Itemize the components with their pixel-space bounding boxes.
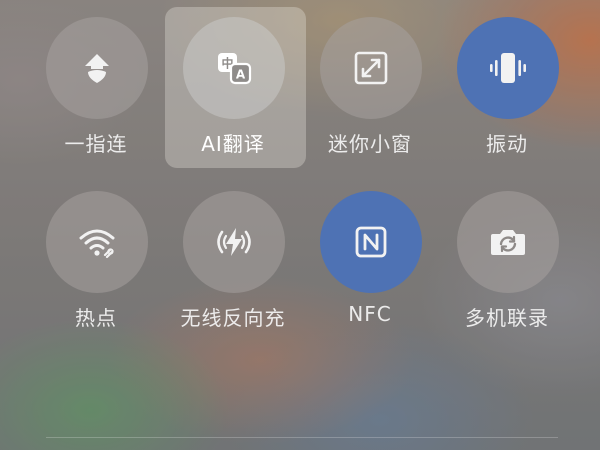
tile-yizhilian-label: 一指连 (64, 132, 128, 156)
tile-ai-translate[interactable]: 中 A AI翻译 (163, 0, 306, 168)
tile-hotspot-button[interactable] (46, 191, 148, 293)
tile-reverse-charge-button[interactable] (183, 191, 285, 293)
svg-text:A: A (236, 68, 246, 82)
translate-icon: 中 A (218, 53, 252, 85)
tile-nfc-label: NFC (348, 302, 392, 326)
tile-hotspot[interactable]: 热点 (26, 174, 166, 338)
tile-multi-camera-label: 多机联录 (465, 306, 549, 330)
tile-vibrate-label: 振动 (486, 132, 528, 156)
hotspot-icon (79, 229, 115, 259)
tile-reverse-charge-label: 无线反向充 (180, 306, 286, 330)
nfc-icon (355, 226, 387, 258)
vibrate-icon (490, 53, 526, 83)
tile-multi-camera-button[interactable] (457, 191, 559, 293)
tile-yizhilian[interactable]: 一指连 (26, 0, 166, 164)
tile-mini-window-button[interactable] (320, 17, 422, 119)
tile-yizhilian-button[interactable] (46, 17, 148, 119)
tile-ai-translate-label: AI翻译 (201, 132, 265, 156)
tile-mini-window[interactable]: 迷你小窗 (300, 0, 440, 164)
cloud-upload-icon (85, 54, 109, 83)
mini-window-icon (354, 51, 388, 85)
tile-hotspot-label: 热点 (75, 306, 117, 330)
tile-reverse-charge[interactable]: 无线反向充 (163, 174, 303, 338)
panel-divider (46, 437, 558, 438)
multi-camera-icon (491, 230, 525, 255)
reverse-wireless-charge-icon (217, 228, 251, 256)
quick-settings-grid: 一指连 中 A AI翻译 迷你小窗 振动 热点 无线反向充 NFC 多机联录 (0, 0, 600, 450)
tile-vibrate-button[interactable] (457, 17, 559, 119)
tile-mini-window-label: 迷你小窗 (328, 132, 412, 156)
tile-multi-camera[interactable]: 多机联录 (437, 174, 577, 338)
tile-ai-translate-button[interactable]: 中 A (183, 17, 285, 119)
tile-nfc-button[interactable] (320, 191, 422, 293)
tile-vibrate[interactable]: 振动 (437, 0, 577, 164)
tile-nfc[interactable]: NFC (300, 174, 440, 338)
